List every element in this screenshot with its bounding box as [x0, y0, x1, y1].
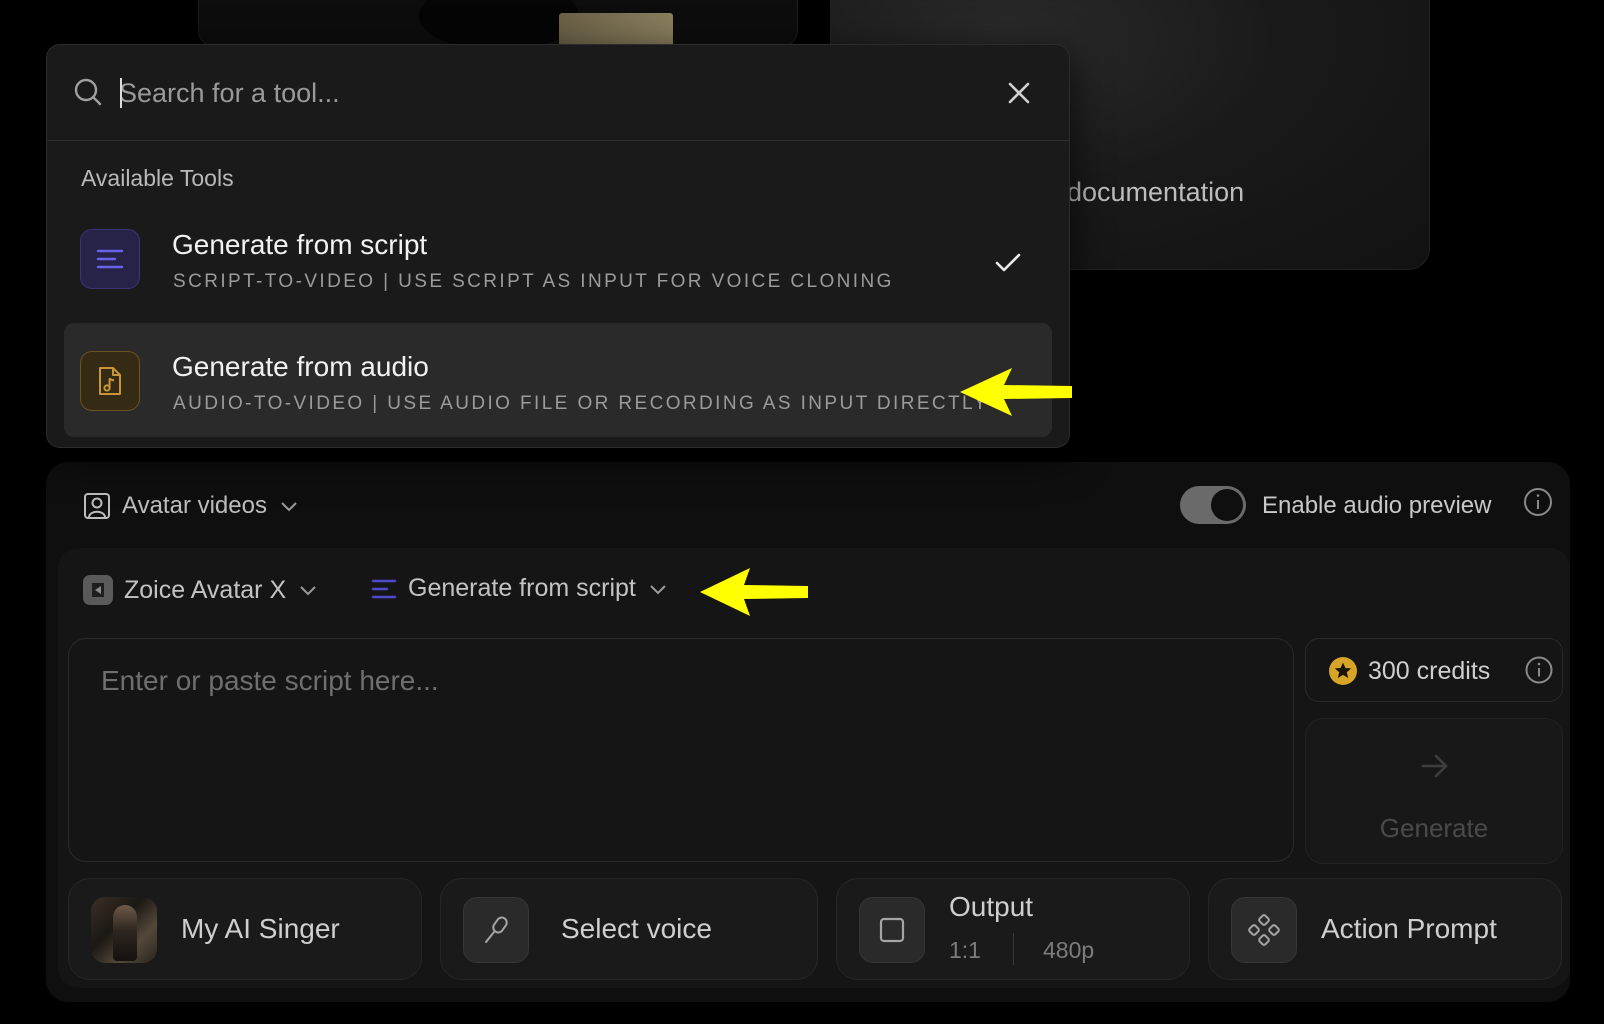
- tool-subtitle: AUDIO-TO-VIDEO | USE AUDIO FILE OR RECOR…: [173, 393, 989, 414]
- generate-button[interactable]: Generate: [1305, 718, 1563, 864]
- app-screen: documentation Avatar videos Enable audio…: [0, 0, 1604, 1024]
- mode-dropdown[interactable]: Generate from script: [370, 574, 670, 603]
- tool-picker-dropdown: Available Tools Generate from script SCR…: [46, 44, 1070, 448]
- category-dropdown[interactable]: Avatar videos: [82, 490, 301, 522]
- mode-label: Generate from script: [408, 574, 636, 602]
- square-ratio-icon: [879, 917, 905, 943]
- star-coin-icon: [1329, 657, 1357, 685]
- script-input[interactable]: [68, 638, 1294, 862]
- output-resolution: 480p: [1043, 937, 1095, 963]
- close-icon[interactable]: [1005, 79, 1033, 107]
- toggle-knob: [1211, 489, 1243, 521]
- search-icon: [74, 78, 102, 106]
- tool-title: Generate from script: [172, 229, 428, 260]
- generate-label: Generate: [1379, 813, 1489, 843]
- model-dropdown[interactable]: Zoice Avatar X: [82, 574, 320, 606]
- tool-subtitle: SCRIPT-TO-VIDEO | USE SCRIPT AS INPUT FO…: [173, 271, 894, 292]
- output-settings[interactable]: Output 1:1 480p: [836, 878, 1190, 980]
- avatar-portrait-icon: [84, 493, 110, 519]
- voice-selector[interactable]: Select voice: [440, 878, 818, 980]
- output-icon-box: [859, 897, 925, 963]
- documentation-link[interactable]: documentation: [1067, 177, 1244, 208]
- model-label: Zoice Avatar X: [124, 575, 287, 604]
- voice-icon-box: [463, 897, 529, 963]
- singer-avatar: [91, 897, 157, 963]
- info-icon[interactable]: [1522, 486, 1554, 518]
- audio-file-icon: [99, 367, 121, 395]
- checkmark-icon: [995, 253, 1021, 272]
- voice-label: Select voice: [561, 913, 712, 944]
- chevron-down-icon: [650, 584, 666, 594]
- text-caret: [120, 78, 122, 108]
- script-lines-icon: [96, 249, 124, 269]
- info-icon[interactable]: [1524, 655, 1554, 685]
- tool-search-bar: [47, 45, 1069, 141]
- singer-selector[interactable]: My AI Singer: [68, 878, 422, 980]
- credits-display: 300 credits: [1305, 638, 1563, 702]
- chevron-down-icon: [300, 586, 316, 596]
- singer-label: My AI Singer: [181, 913, 340, 944]
- tool-title: Generate from audio: [172, 351, 429, 382]
- arrow-right-icon: [1421, 754, 1448, 778]
- credits-label: 300 credits: [1368, 657, 1491, 685]
- output-title: Output: [949, 891, 1034, 922]
- action-prompt-button[interactable]: Action Prompt: [1208, 878, 1562, 980]
- tool-option-script[interactable]: Generate from script SCRIPT-TO-VIDEO | U…: [64, 201, 1052, 315]
- tool-search-input[interactable]: [119, 71, 979, 115]
- singer-figure: [113, 905, 137, 961]
- background-video-card[interactable]: [198, 0, 798, 48]
- output-divider: [1013, 933, 1014, 965]
- audio-preview-label: Enable audio preview: [1262, 492, 1492, 519]
- tool-option-audio[interactable]: Generate from audio AUDIO-TO-VIDEO | USE…: [64, 323, 1052, 437]
- script-icon-box: [80, 229, 140, 289]
- microphone-icon: [485, 916, 508, 943]
- card-thumbnail: [559, 13, 673, 47]
- card-image-shape: [419, 0, 579, 47]
- audio-preview-toggle[interactable]: [1180, 486, 1246, 524]
- annotation-arrow-icon: [960, 368, 1072, 416]
- action-prompt-label: Action Prompt: [1321, 913, 1497, 944]
- audio-icon-box: [80, 351, 140, 411]
- annotation-arrow-icon: [700, 568, 808, 616]
- output-ratio: 1:1: [949, 937, 981, 963]
- action-icon-box: [1231, 897, 1297, 963]
- category-label: Avatar videos: [122, 492, 267, 519]
- action-nodes-icon: [1248, 914, 1280, 946]
- chevron-down-icon: [281, 502, 297, 512]
- script-lines-icon: [371, 579, 397, 598]
- zoice-logo-icon: [83, 575, 113, 605]
- section-title: Available Tools: [81, 165, 234, 191]
